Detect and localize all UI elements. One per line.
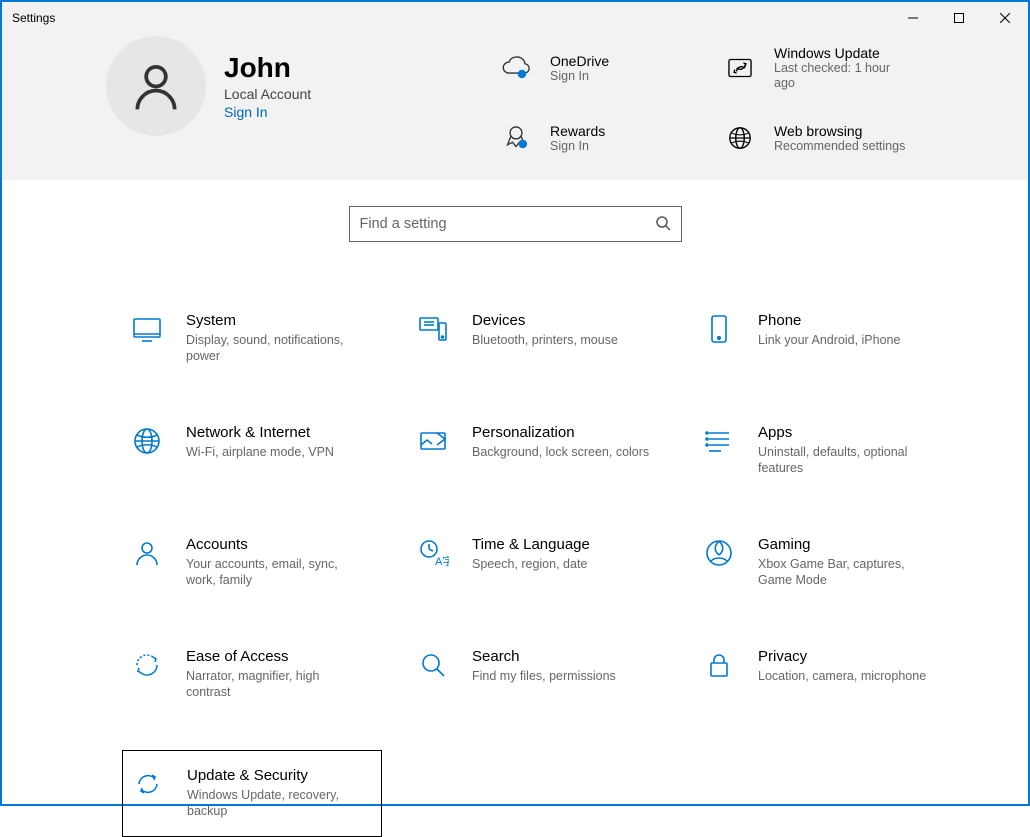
accounts-icon [130, 536, 164, 570]
tile-wu-sub: Last checked: 1 hour ago [774, 61, 914, 91]
user-name: John [224, 52, 311, 84]
tile-web-browsing[interactable]: Web browsing Recommended settings [720, 106, 940, 170]
rewards-icon [496, 118, 536, 158]
window-title: Settings [12, 11, 55, 25]
minimize-button[interactable] [890, 2, 936, 34]
time-language-icon: A字 [416, 536, 450, 570]
cat-title: Update & Security [187, 767, 367, 784]
tile-rewards-sub: Sign In [550, 139, 605, 154]
cat-title: Search [472, 648, 616, 665]
privacy-icon [702, 648, 736, 682]
cat-title: Accounts [186, 536, 366, 553]
category-update-security[interactable]: Update & Security Windows Update, recove… [122, 750, 382, 837]
category-devices[interactable]: Devices Bluetooth, printers, mouse [408, 302, 668, 380]
onedrive-icon [496, 48, 536, 88]
category-time-language[interactable]: A字 Time & Language Speech, region, date [408, 526, 668, 604]
category-privacy[interactable]: Privacy Location, camera, microphone [694, 638, 954, 716]
maximize-button[interactable] [936, 2, 982, 34]
category-accounts[interactable]: Accounts Your accounts, email, sync, wor… [122, 526, 382, 604]
category-search[interactable]: Search Find my files, permissions [408, 638, 668, 716]
tile-windows-update[interactable]: Windows Update Last checked: 1 hour ago [720, 36, 940, 100]
category-apps[interactable]: Apps Uninstall, defaults, optional featu… [694, 414, 954, 492]
cat-sub: Uninstall, defaults, optional features [758, 444, 938, 477]
cat-title: Devices [472, 312, 618, 329]
category-system[interactable]: System Display, sound, notifications, po… [122, 302, 382, 380]
devices-icon [416, 312, 450, 346]
cat-sub: Background, lock screen, colors [472, 444, 649, 460]
cat-title: System [186, 312, 366, 329]
system-icon [130, 312, 164, 346]
close-button[interactable] [982, 2, 1028, 34]
network-icon [130, 424, 164, 458]
search-input[interactable] [360, 216, 655, 232]
tile-web-sub: Recommended settings [774, 139, 905, 154]
cat-title: Privacy [758, 648, 926, 665]
search-icon [655, 215, 671, 234]
svg-text:A字: A字 [435, 554, 449, 568]
header-panel: John Local Account Sign In OneDrive Sign… [2, 34, 1028, 180]
cat-title: Ease of Access [186, 648, 366, 665]
tile-onedrive-title: OneDrive [550, 53, 609, 69]
category-personalization[interactable]: Personalization Background, lock screen,… [408, 414, 668, 492]
windows-update-icon [720, 48, 760, 88]
user-icon [128, 58, 184, 114]
search-row [2, 206, 1028, 242]
header-tiles: OneDrive Sign In Windows Update Last che… [496, 36, 940, 170]
category-gaming[interactable]: Gaming Xbox Game Bar, captures, Game Mod… [694, 526, 954, 604]
cat-title: Phone [758, 312, 900, 329]
cat-sub: Narrator, magnifier, high contrast [186, 668, 366, 701]
tile-onedrive[interactable]: OneDrive Sign In [496, 36, 716, 100]
user-text: John Local Account Sign In [224, 52, 311, 120]
apps-icon [702, 424, 736, 458]
tile-wu-title: Windows Update [774, 45, 914, 61]
cat-sub: Speech, region, date [472, 556, 590, 572]
window-controls [890, 2, 1028, 34]
tile-web-title: Web browsing [774, 123, 905, 139]
cat-sub: Link your Android, iPhone [758, 332, 900, 348]
cat-sub: Find my files, permissions [472, 668, 616, 684]
tile-rewards-title: Rewards [550, 123, 605, 139]
cat-sub: Xbox Game Bar, captures, Game Mode [758, 556, 938, 589]
cat-sub: Your accounts, email, sync, work, family [186, 556, 366, 589]
cat-title: Network & Internet [186, 424, 334, 441]
cat-title: Gaming [758, 536, 938, 553]
cat-title: Apps [758, 424, 938, 441]
cat-title: Personalization [472, 424, 649, 441]
avatar [106, 36, 206, 136]
cat-sub: Location, camera, microphone [758, 668, 926, 684]
tile-onedrive-sub: Sign In [550, 69, 609, 84]
cat-sub: Wi-Fi, airplane mode, VPN [186, 444, 334, 460]
user-block[interactable]: John Local Account Sign In [106, 36, 496, 136]
update-security-icon [131, 767, 165, 801]
phone-icon [702, 312, 736, 346]
category-network[interactable]: Network & Internet Wi-Fi, airplane mode,… [122, 414, 382, 492]
user-signin-link[interactable]: Sign In [224, 104, 311, 120]
ease-of-access-icon [130, 648, 164, 682]
cat-sub: Display, sound, notifications, power [186, 332, 366, 365]
user-account-type: Local Account [224, 86, 311, 102]
titlebar: Settings [2, 2, 1028, 34]
cat-title: Time & Language [472, 536, 590, 553]
category-phone[interactable]: Phone Link your Android, iPhone [694, 302, 954, 380]
search-box[interactable] [349, 206, 682, 242]
gaming-icon [702, 536, 736, 570]
categories-grid: System Display, sound, notifications, po… [122, 302, 1028, 837]
search-category-icon [416, 648, 450, 682]
category-ease-of-access[interactable]: Ease of Access Narrator, magnifier, high… [122, 638, 382, 716]
tile-rewards[interactable]: Rewards Sign In [496, 106, 716, 170]
cat-sub: Windows Update, recovery, backup [187, 787, 367, 820]
personalization-icon [416, 424, 450, 458]
cat-sub: Bluetooth, printers, mouse [472, 332, 618, 348]
globe-icon [720, 118, 760, 158]
